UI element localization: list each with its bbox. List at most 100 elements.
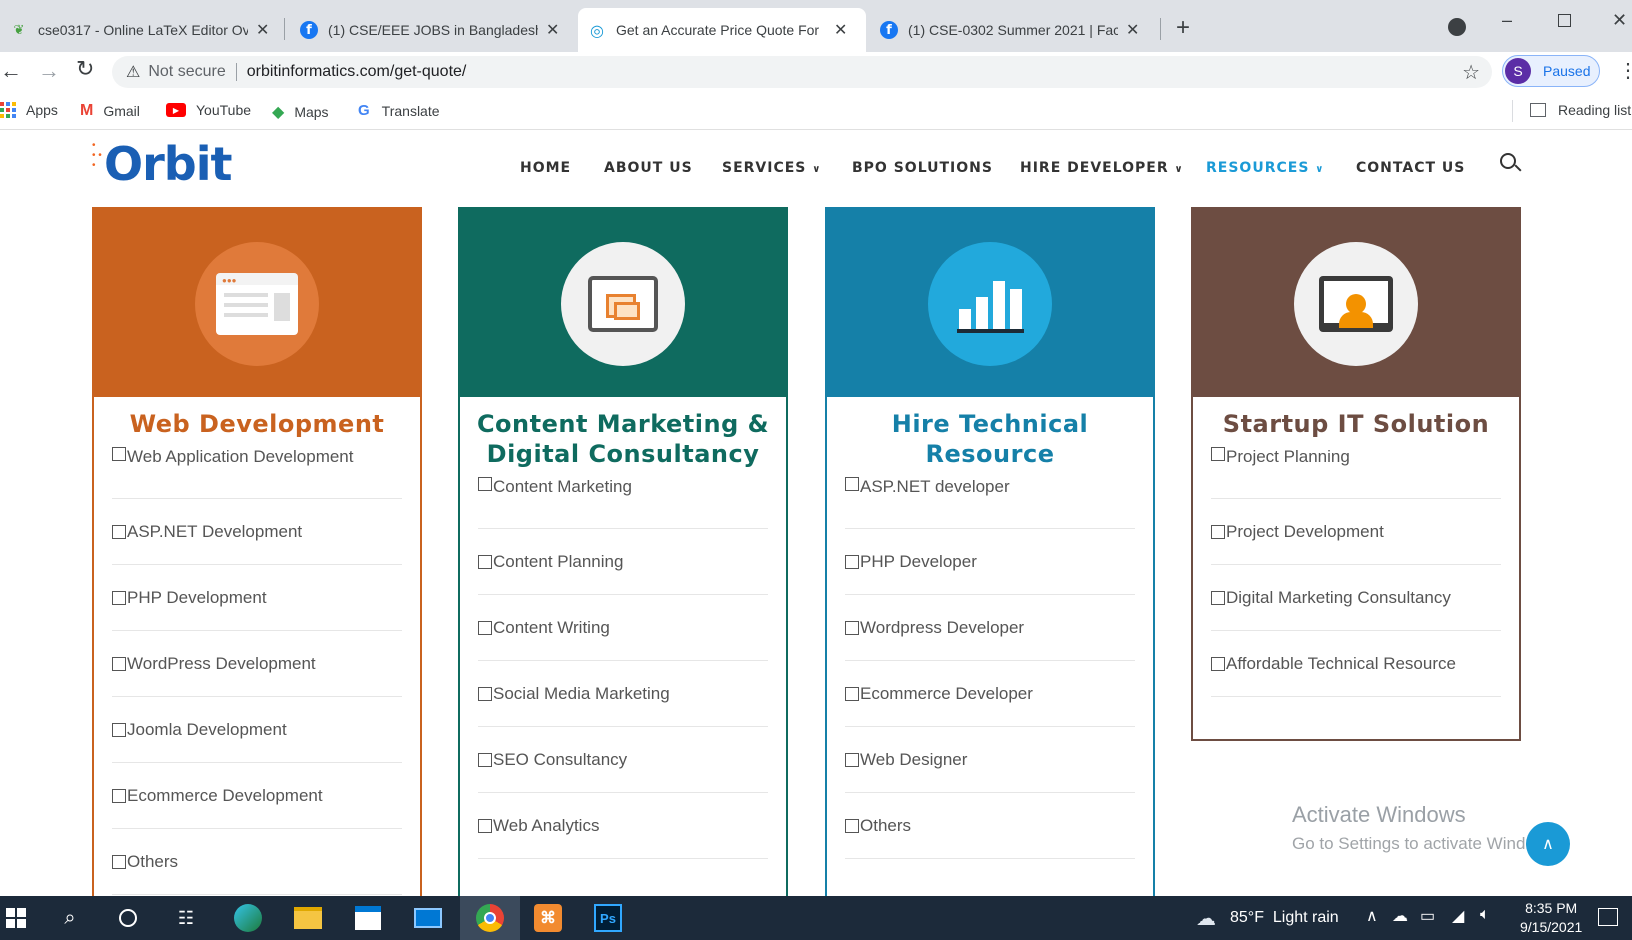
chevron-up-icon[interactable]: ∧ xyxy=(1366,906,1378,926)
nav-home[interactable]: HOME xyxy=(520,160,571,176)
checkbox[interactable] xyxy=(478,818,492,833)
nav-bpo-solutions[interactable]: BPO SOLUTIONS xyxy=(852,160,993,176)
checkbox-option[interactable]: Affordable Technical Resource xyxy=(1211,631,1501,697)
browser-tab[interactable]: f (1) CSE-0302 Summer 2021 | Face ✕ xyxy=(870,8,1160,52)
checkbox-option[interactable]: Project Planning xyxy=(1211,447,1501,499)
windows-start-icon[interactable] xyxy=(0,902,32,934)
nav-hire-developer[interactable]: HIRE DEVELOPER ∨ xyxy=(1020,160,1184,176)
checkbox[interactable] xyxy=(845,620,859,635)
checkbox[interactable] xyxy=(112,590,126,605)
bookmark-apps[interactable]: Apps xyxy=(0,102,58,118)
menu-dots-icon[interactable]: ⋮ xyxy=(1618,58,1632,83)
new-tab-button[interactable]: + xyxy=(1176,14,1190,42)
checkbox-option[interactable]: Content Planning xyxy=(478,529,768,595)
checkbox[interactable] xyxy=(845,686,859,701)
file-explorer-icon[interactable] xyxy=(292,902,324,934)
checkbox-option[interactable]: ASP.NET Development xyxy=(112,499,402,565)
checkbox-option[interactable]: Social Media Marketing xyxy=(478,661,768,727)
reload-icon[interactable]: ↻ xyxy=(76,56,94,82)
photoshop-icon[interactable]: Ps xyxy=(592,902,624,934)
weather-text[interactable]: 85°F Light rain xyxy=(1230,909,1339,927)
checkbox[interactable] xyxy=(478,686,492,701)
checkbox[interactable] xyxy=(112,722,126,737)
clock[interactable]: 8:35 PM 9/15/2021 xyxy=(1520,899,1582,937)
checkbox-option[interactable]: Web Application Development xyxy=(112,447,402,499)
checkbox[interactable] xyxy=(112,447,126,461)
checkbox[interactable] xyxy=(112,854,126,869)
checkbox[interactable] xyxy=(845,818,859,833)
nav-resources[interactable]: RESOURCES ∨ xyxy=(1206,160,1324,176)
nav-about-us[interactable]: ABOUT US xyxy=(604,160,693,176)
speaker-icon[interactable]: 🔈︎ xyxy=(1480,906,1490,924)
checkbox[interactable] xyxy=(1211,590,1225,605)
notification-icon[interactable] xyxy=(1598,908,1618,926)
browser-tab[interactable]: ❦ cse0317 - Online LaTeX Editor Ov ✕ xyxy=(0,8,282,52)
orbit-logo[interactable]: • • • • Orbit xyxy=(92,135,232,205)
checkbox-option[interactable]: Web Designer xyxy=(845,727,1135,793)
url-text[interactable]: orbitinformatics.com/get-quote/ xyxy=(247,63,467,81)
checkbox[interactable] xyxy=(478,477,492,491)
nav-services[interactable]: SERVICES ∨ xyxy=(722,160,821,176)
bookmark-translate[interactable]: G Translate xyxy=(358,102,440,119)
checkbox-option[interactable]: Web Analytics xyxy=(478,793,768,859)
checkbox-option[interactable]: Wordpress Developer xyxy=(845,595,1135,661)
checkbox-option[interactable]: Ecommerce Development xyxy=(112,763,402,829)
nav-contact-us[interactable]: CONTACT US xyxy=(1356,160,1465,176)
mail-icon[interactable] xyxy=(412,902,444,934)
checkbox-option[interactable]: PHP Developer xyxy=(845,529,1135,595)
checkbox-option[interactable]: WordPress Development xyxy=(112,631,402,697)
bookmark-gmail[interactable]: M Gmail xyxy=(80,102,140,120)
wifi-icon[interactable]: ◢ xyxy=(1452,906,1464,926)
close-tab-icon[interactable]: ✕ xyxy=(834,20,847,40)
checkbox-option[interactable]: PHP Development xyxy=(112,565,402,631)
close-window-icon[interactable]: ✕ xyxy=(1612,10,1627,31)
close-tab-icon[interactable]: ✕ xyxy=(1126,20,1139,40)
bookmark-maps[interactable]: ◆ Maps xyxy=(272,102,329,122)
checkbox-option[interactable]: Digital Marketing Consultancy xyxy=(1211,565,1501,631)
checkbox[interactable] xyxy=(845,554,859,569)
checkbox[interactable] xyxy=(1211,524,1225,539)
search-icon[interactable] xyxy=(1500,153,1522,172)
forward-arrow-icon[interactable]: → xyxy=(38,58,60,84)
bookmark-youtube[interactable]: ▶ YouTube xyxy=(166,102,251,118)
browser-tab[interactable]: f (1) CSE/EEE JOBS in Bangladesh | ✕ xyxy=(290,8,572,52)
checkbox-option[interactable]: Joomla Development xyxy=(112,697,402,763)
chrome-icon[interactable] xyxy=(474,902,506,934)
checkbox-option[interactable]: SEO Consultancy xyxy=(478,727,768,793)
reading-list-button[interactable]: Reading list xyxy=(1530,102,1631,118)
store-icon[interactable] xyxy=(352,902,384,934)
task-view-icon[interactable]: ☷ xyxy=(170,902,202,934)
checkbox[interactable] xyxy=(1211,656,1225,671)
close-tab-icon[interactable]: ✕ xyxy=(256,20,269,40)
search-icon[interactable]: ⌕ xyxy=(54,902,86,934)
checkbox[interactable] xyxy=(478,554,492,569)
onedrive-icon[interactable]: ☁ xyxy=(1392,906,1408,926)
profile-button[interactable]: S Paused xyxy=(1502,55,1600,87)
edge-icon[interactable] xyxy=(232,902,264,934)
checkbox[interactable] xyxy=(112,788,126,803)
restore-icon[interactable] xyxy=(1558,14,1571,27)
checkbox[interactable] xyxy=(112,656,126,671)
checkbox-option[interactable]: ASP.NET developer xyxy=(845,477,1135,529)
checkbox-option[interactable]: Content Writing xyxy=(478,595,768,661)
star-bookmark-icon[interactable]: ☆ xyxy=(1462,60,1480,85)
checkbox[interactable] xyxy=(478,752,492,767)
back-arrow-icon[interactable]: ← xyxy=(0,58,22,84)
scroll-to-top-button[interactable]: ∧ xyxy=(1526,822,1570,866)
cortana-icon[interactable] xyxy=(112,902,144,934)
checkbox-option[interactable]: Content Marketing xyxy=(478,477,768,529)
checkbox[interactable] xyxy=(845,752,859,767)
checkbox[interactable] xyxy=(112,524,126,539)
sublime-icon[interactable]: ⌘ xyxy=(532,902,564,934)
omnibox[interactable]: ⚠ Not secure orbitinformatics.com/get-qu… xyxy=(112,56,1492,88)
close-tab-icon[interactable]: ✕ xyxy=(546,20,559,40)
checkbox-option[interactable]: Others xyxy=(845,793,1135,859)
checkbox-option[interactable]: Ecommerce Developer xyxy=(845,661,1135,727)
minimize-icon[interactable]: – xyxy=(1502,10,1512,31)
checkbox[interactable] xyxy=(1211,447,1225,461)
tab-search-icon[interactable] xyxy=(1448,18,1466,36)
checkbox-option[interactable]: Others xyxy=(112,829,402,895)
battery-icon[interactable]: ▭ xyxy=(1420,906,1435,926)
checkbox[interactable] xyxy=(478,620,492,635)
checkbox-option[interactable]: Project Development xyxy=(1211,499,1501,565)
